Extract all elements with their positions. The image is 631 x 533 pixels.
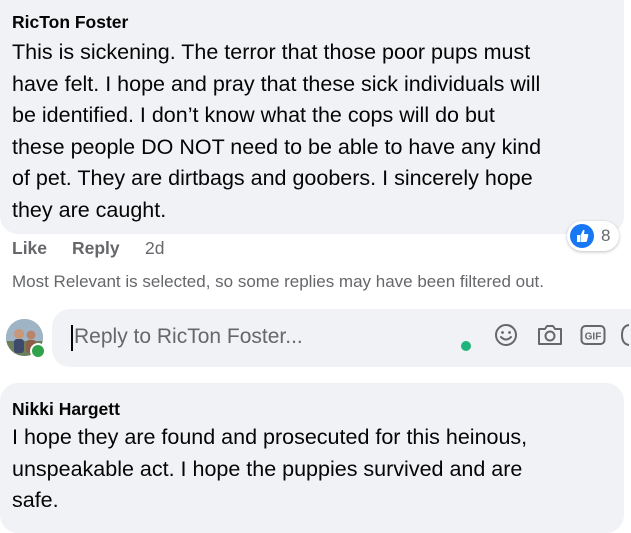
gif-icon[interactable]: GIF [579,322,607,353]
comment-author[interactable]: RicTon Foster [12,12,128,33]
svg-text:GIF: GIF [585,332,602,343]
comment-author[interactable]: Nikki Hargett [12,399,120,420]
filter-notice: Most Relevant is selected, so some repli… [12,272,544,291]
online-status-indicator [30,343,46,359]
comment-line: This is sickening. The terror that those… [12,40,531,64]
comment-line: have felt. I hope and pray that these si… [12,71,541,96]
comment-text: This is sickening. The terror that those… [12,37,541,226]
camera-icon[interactable] [536,322,564,353]
reply-input[interactable] [74,322,454,352]
comment-timestamp[interactable]: 2d [145,238,164,259]
emoji-icon[interactable] [493,322,519,353]
comment-line: safe. [12,488,59,512]
reaction-summary[interactable]: 8 [567,221,619,251]
text-cursor [71,325,73,351]
like-button[interactable]: Like [12,238,47,259]
comment-line: unspeakable act. I hope the puppies surv… [12,456,523,481]
comment-line: these people DO NOT need to be able to h… [12,134,542,159]
reply-button[interactable]: Reply [72,238,120,259]
comment-line: be identified. I don’t know what the cop… [12,103,495,127]
comment-line: of pet. They are dirtbags and goobers. I… [12,166,533,190]
comment-line: I hope they are found and prosecuted for… [12,425,528,449]
sticker-icon[interactable] [620,322,631,353]
status-dot [461,341,471,351]
like-icon [570,224,594,248]
reaction-count: 8 [601,226,611,245]
comment-line: they are caught. [12,197,167,222]
comment-text: I hope they are found and prosecuted for… [12,422,527,517]
